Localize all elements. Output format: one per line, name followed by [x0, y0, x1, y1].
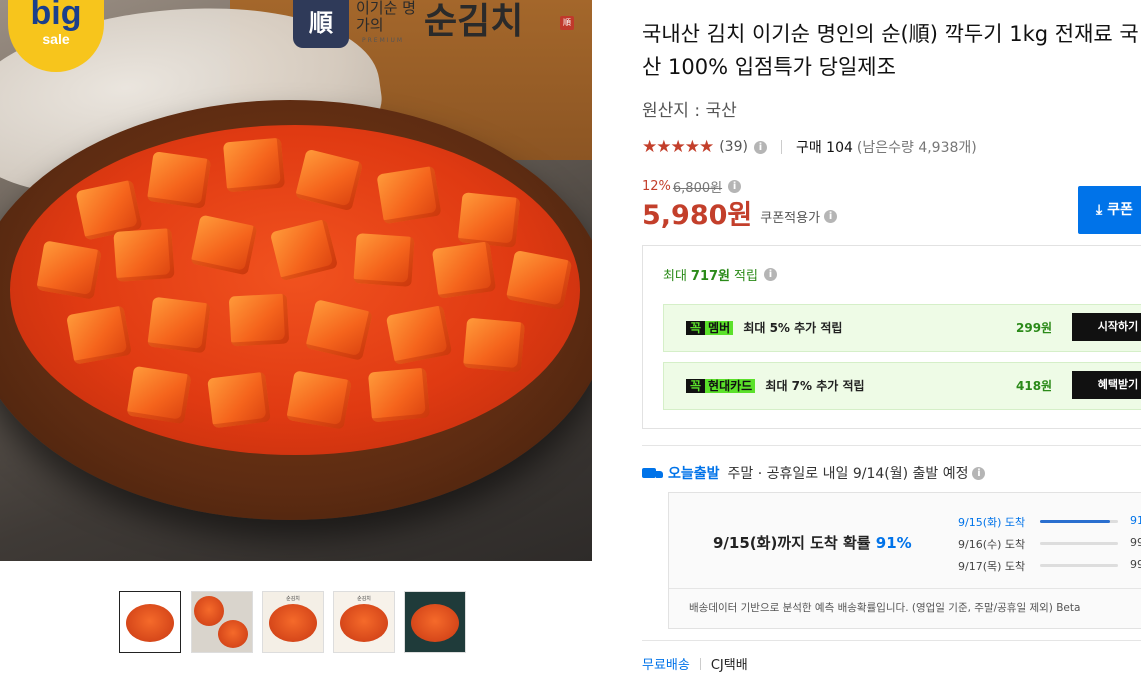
divider	[699, 657, 701, 670]
coupon-download-button[interactable]: ⤓ 쿠폰	[1078, 186, 1141, 234]
benefit-tag-name: 현대카드	[705, 379, 756, 393]
probability-value: 91%	[875, 534, 912, 552]
info-icon[interactable]: i	[824, 209, 838, 223]
probability-line-value: 99	[1130, 558, 1141, 571]
product-main-image: big sale 順 이기순 명가의 PREMIUM 순김치 順	[0, 0, 592, 561]
free-shipping-label: 무료배송	[642, 658, 690, 673]
probability-label: 9/15(화)까지 도착 확률	[713, 534, 871, 552]
benefit-tag-mark: 꼭	[686, 379, 706, 393]
probability-line: 9/17(목) 도착 99	[958, 555, 1141, 577]
brand-small-text: 이기순 명가의	[356, 0, 416, 34]
divider	[642, 445, 1141, 446]
reward-max-amount: 717원	[690, 269, 731, 284]
probability-bar-fill	[1040, 520, 1111, 523]
info-icon[interactable]: i	[753, 140, 767, 154]
info-icon[interactable]: i	[972, 466, 986, 480]
benefit-desc: 최대 5% 추가 적립	[743, 321, 843, 335]
membership-benefit: 꼭 멤버 최대 5% 추가 적립 299원 시작하기	[663, 304, 1141, 352]
sale-price: 5,980원	[642, 200, 753, 231]
divider	[669, 588, 1141, 589]
origin-text: 원산지 : 국산	[642, 101, 737, 121]
shipping-row: 오늘출발 주말 · 공휴일로 내일 9/14(월) 출발 예정 i	[642, 463, 986, 483]
kkakdugi-pile	[10, 125, 580, 455]
thumbnail-4[interactable]: 순김치	[333, 591, 395, 653]
get-card-benefit-button[interactable]: 혜택받기	[1072, 371, 1141, 399]
start-membership-button[interactable]: 시작하기	[1072, 313, 1141, 341]
divider	[642, 640, 1141, 641]
coupon-button-label: 쿠폰	[1107, 202, 1133, 218]
thumbnail-image	[218, 620, 248, 648]
arrival-date: 9/17(목) 도착	[958, 560, 1026, 573]
thumbnail-image	[126, 604, 174, 642]
thumbnail-image	[194, 596, 224, 626]
probability-line-value: 91	[1130, 514, 1141, 527]
benefit-amount: 418원	[1016, 379, 1053, 393]
thumbnail-3[interactable]: 순김치	[262, 591, 324, 653]
brand-name: 순김치	[424, 0, 524, 42]
benefit-tag-name: 멤버	[705, 321, 734, 335]
benefit-tag: 꼭 현대카드 최대 7% 추가 적립	[686, 378, 865, 394]
probability-bar	[1040, 520, 1118, 523]
arrival-date: 9/16(수) 도착	[958, 538, 1026, 551]
probability-line: 9/16(수) 도착 99	[958, 533, 1141, 555]
coupon-price-label: 쿠폰적용가	[760, 210, 821, 226]
benefit-desc: 최대 7% 추가 적립	[765, 379, 865, 393]
thumbnail-image	[340, 604, 388, 642]
product-title: 국내산 김치 이기순 명인의 순(順) 깍두기 1kg 전재료 국산 100% …	[642, 22, 1139, 79]
reward-header: 최대 717원 적립 i	[663, 265, 777, 284]
thumbnail-image	[269, 604, 317, 642]
thumbnail-image	[411, 604, 459, 642]
original-price: 6,800원	[672, 181, 723, 196]
reward-box: 최대 717원 적립 i 꼭 멤버 최대 5% 추가 적립 299원 시작하기 꼭…	[642, 245, 1141, 429]
info-icon[interactable]: i	[763, 268, 777, 281]
probability-list: 9/15(화) 도착 91 9/16(수) 도착 99 9/17(목) 도착 9…	[958, 511, 1141, 577]
benefit-amount: 299원	[1016, 321, 1053, 335]
probability-note: 배송데이터 기반으로 분석한 예측 배송확률입니다. (영업일 기준, 주말/공…	[689, 602, 1081, 614]
brand-emblem: 順	[293, 0, 349, 48]
review-count[interactable]: (39)	[719, 139, 748, 155]
reward-head-suffix: 적립	[734, 269, 758, 284]
info-icon[interactable]: i	[728, 180, 742, 193]
brand-sub-text: PREMIUM	[362, 37, 405, 44]
discount-rate: 12%	[642, 179, 671, 194]
delivery-info: 무료배송 CJ택배	[642, 654, 748, 673]
probability-line-value: 99	[1130, 536, 1141, 549]
carrier-name: CJ택배	[710, 658, 748, 673]
arrival-date: 9/15(화) 도착	[958, 516, 1026, 529]
thumbnail-1[interactable]	[119, 591, 181, 653]
dispatch-notice: 주말 · 공휴일로 내일 9/14(월) 출발 예정	[727, 466, 969, 482]
probability-line: 9/15(화) 도착 91	[958, 511, 1141, 533]
delivery-probability-box: 9/15(화)까지 도착 확률 91% 9/15(화) 도착 91 9/16(수…	[668, 492, 1141, 629]
probability-bar	[1040, 564, 1118, 567]
purchase-count: 구매 104	[795, 140, 853, 156]
discount-row: 12% 6,800원 i	[642, 177, 742, 196]
thumbnail-2[interactable]	[191, 591, 253, 653]
probability-summary: 9/15(화)까지 도착 확률 91%	[713, 533, 912, 553]
brand-seal: 順	[560, 16, 574, 30]
download-icon: ⤓	[1096, 202, 1103, 218]
thumbnail-5[interactable]	[404, 591, 466, 653]
stock-count: (남은수량 4,938개)	[856, 140, 977, 156]
logo-big-text: big	[30, 0, 82, 32]
divider	[780, 140, 782, 154]
benefit-tag: 꼭 멤버 최대 5% 추가 적립	[686, 320, 842, 336]
star-rating[interactable]: ★★★★★	[642, 137, 714, 157]
reward-head-prefix: 최대	[663, 269, 687, 284]
today-dispatch-label: 오늘출발	[668, 466, 720, 482]
logo-sale-text: sale	[42, 31, 70, 47]
probability-bar	[1040, 542, 1118, 545]
card-benefit: 꼭 현대카드 최대 7% 추가 적립 418원 혜택받기	[663, 362, 1141, 410]
benefit-tag-mark: 꼭	[686, 321, 706, 335]
price-row: 5,980원 쿠폰적용가 i	[642, 200, 838, 232]
truck-icon	[642, 466, 664, 480]
rating-row: ★★★★★ (39) i 구매 104 (남은수량 4,938개)	[642, 136, 977, 158]
